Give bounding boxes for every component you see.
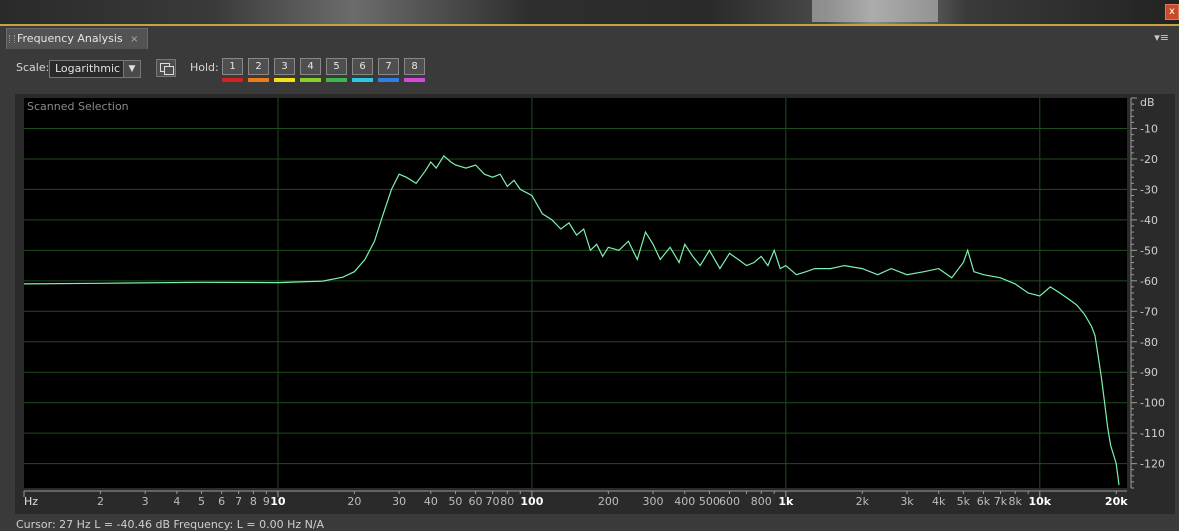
- hold-button-2[interactable]: 2: [248, 58, 269, 75]
- hz-tick-label: 60: [469, 495, 483, 508]
- hz-tick-label: 3: [142, 495, 149, 508]
- db-tick-label: -10: [1140, 122, 1158, 135]
- hold-button-6[interactable]: 6: [352, 58, 373, 75]
- hz-tick-label: 50: [448, 495, 462, 508]
- hold-button-4[interactable]: 4: [300, 58, 321, 75]
- window-close-button[interactable]: x: [1165, 4, 1179, 20]
- hz-tick-label: 9: [263, 495, 270, 508]
- copy-graph-button[interactable]: [156, 59, 176, 77]
- hz-tick-label: 8: [250, 495, 257, 508]
- db-tick-label: -50: [1140, 244, 1158, 257]
- plot-background: [24, 98, 1127, 488]
- background-highlight: [812, 0, 938, 22]
- hz-tick-label: 20: [347, 495, 361, 508]
- hold-button-1[interactable]: 1: [222, 58, 243, 75]
- frequency-analysis-panel: Frequency Analysis × ▾≡ Scale: Logarithm…: [0, 24, 1179, 531]
- hz-tick-label: 1k: [778, 495, 794, 508]
- hz-tick-label: 6: [218, 495, 225, 508]
- hz-tick-label: 40: [424, 495, 438, 508]
- selection-label: Scanned Selection: [27, 100, 129, 113]
- hold-button-5[interactable]: 5: [326, 58, 347, 75]
- hz-tick-label: 8k: [1008, 495, 1022, 508]
- db-tick-label: -110: [1140, 427, 1165, 440]
- db-tick-label: -40: [1140, 214, 1158, 227]
- db-tick-label: -70: [1140, 305, 1158, 318]
- db-tick-label: -120: [1140, 458, 1165, 471]
- db-unit-label: dB: [1140, 96, 1155, 109]
- db-tick-label: -30: [1140, 183, 1158, 196]
- hold-color-swatch-3: [274, 78, 295, 82]
- hold-button-3[interactable]: 3: [274, 58, 295, 75]
- hold-color-swatch-6: [352, 78, 373, 82]
- hz-tick-label: 2k: [856, 495, 870, 508]
- hz-tick-label: 600: [719, 495, 740, 508]
- chevron-down-icon: ▼: [123, 61, 140, 77]
- hz-unit-label: Hz: [24, 495, 38, 508]
- hold-color-swatch-1: [222, 78, 243, 82]
- drag-grip-icon[interactable]: [9, 35, 15, 43]
- tab-title: Frequency Analysis: [17, 32, 123, 45]
- hz-tick-label: 6k: [977, 495, 991, 508]
- hz-tick-label: 300: [643, 495, 664, 508]
- hold-button-8[interactable]: 8: [404, 58, 425, 75]
- hz-tick-label: 400: [674, 495, 695, 508]
- db-tick-label: -90: [1140, 366, 1158, 379]
- spectrum-plot[interactable]: Scanned Selection dB -10 -20 -30 -40 -50 -60 -70…: [15, 94, 1175, 514]
- hz-tick-label: 500: [699, 495, 720, 508]
- hold-label: Hold:: [190, 61, 219, 74]
- hold-button-7[interactable]: 7: [378, 58, 399, 75]
- tab-close-icon[interactable]: ×: [130, 34, 138, 45]
- hold-color-swatch-4: [300, 78, 321, 82]
- hz-tick-label: 80: [500, 495, 514, 508]
- db-tick-label: -100: [1140, 397, 1165, 410]
- hold-color-swatch-2: [248, 78, 269, 82]
- hz-tick-label: 200: [598, 495, 619, 508]
- hz-tick-label: 7k: [994, 495, 1008, 508]
- hz-tick-label: 4k: [932, 495, 946, 508]
- hz-tick-label: 10: [270, 495, 286, 508]
- status-bar: Cursor: 27 Hz L = -40.46 dB Frequency: L…: [16, 518, 325, 531]
- tab-frequency-analysis[interactable]: Frequency Analysis ×: [6, 28, 148, 49]
- hz-tick-label: 5k: [957, 495, 971, 508]
- panel-menu-icon[interactable]: ▾≡: [1154, 31, 1169, 44]
- background-window-strip: x: [0, 0, 1179, 24]
- db-tick-label: -80: [1140, 336, 1158, 349]
- scale-select[interactable]: Logarithmic ▼: [49, 60, 141, 78]
- scale-select-value: Logarithmic: [55, 62, 121, 75]
- db-tick-label: -20: [1140, 153, 1158, 166]
- toolbar: Scale: Logarithmic ▼ Hold: 12345678: [0, 54, 1179, 90]
- db-tick-label: -60: [1140, 275, 1158, 288]
- hz-tick-label: 4: [173, 495, 180, 508]
- hold-color-swatch-5: [326, 78, 347, 82]
- spectrum-chart[interactable]: Scanned Selection dB -10 -20 -30 -40 -50 -60 -70…: [15, 94, 1175, 514]
- hz-tick-label: 100: [520, 495, 543, 508]
- hold-color-swatch-8: [404, 78, 425, 82]
- hz-tick-label: 10k: [1028, 495, 1051, 508]
- hz-tick-label: 5: [198, 495, 205, 508]
- hz-tick-label: 7: [235, 495, 242, 508]
- hz-tick-label: 20k: [1105, 495, 1128, 508]
- hz-tick-label: 800: [751, 495, 772, 508]
- hz-tick-label: 70: [486, 495, 500, 508]
- scale-label: Scale:: [16, 61, 50, 74]
- hold-color-swatch-7: [378, 78, 399, 82]
- hz-tick-label: 3k: [900, 495, 914, 508]
- hz-tick-label: 2: [97, 495, 104, 508]
- hz-tick-label: 30: [392, 495, 406, 508]
